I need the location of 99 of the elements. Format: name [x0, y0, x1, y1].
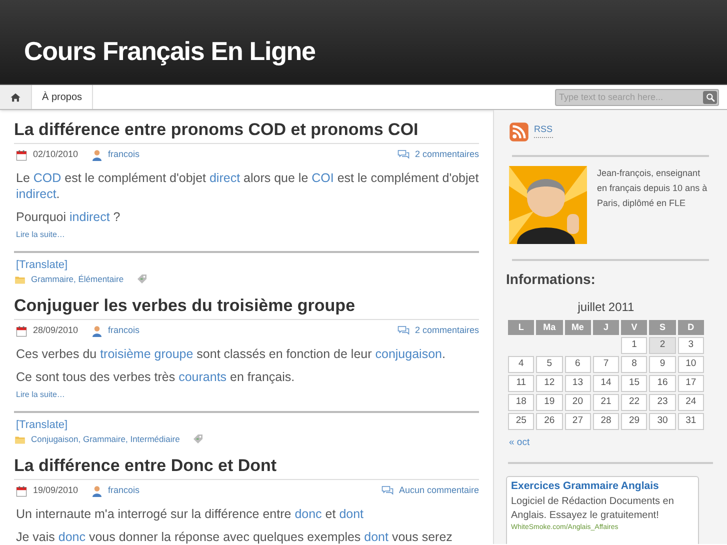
- section-title: Informations:: [506, 270, 596, 289]
- text-link[interactable]: direct: [209, 171, 240, 185]
- post-title[interactable]: La différence entre Donc et Dont: [14, 455, 479, 480]
- rss-icon: [509, 122, 529, 142]
- read-more-link[interactable]: Lire la suite…: [16, 229, 65, 241]
- calendar-day: 9: [649, 356, 676, 373]
- text-link[interactable]: indirect: [16, 187, 56, 201]
- search-icon: [706, 92, 714, 102]
- calendar-day: 14: [592, 375, 620, 392]
- post-paragraph: Je vais donc vous donner la réponse avec quelques exemples dont vous serez: [15, 529, 454, 544]
- post-paragraph: Pourquoi indirect ?: [15, 209, 122, 225]
- home-button[interactable]: [0, 85, 32, 109]
- comments-link[interactable]: 2 commentaires: [414, 324, 479, 338]
- user-icon: [91, 325, 104, 337]
- category-links[interactable]: Conjugaison, Grammaire, Intermédiaire: [31, 432, 180, 446]
- weekday-header: S: [649, 320, 676, 335]
- text-link[interactable]: conjugaison: [375, 347, 442, 361]
- translate-link[interactable]: [Translate]: [16, 418, 68, 432]
- calendar-day: 12: [536, 375, 563, 392]
- user-icon: [91, 485, 104, 497]
- ad-title[interactable]: Exercices Grammaire Anglais: [511, 479, 694, 495]
- calendar-day: 4: [508, 356, 534, 373]
- calendar-day: 30: [649, 413, 676, 430]
- author-bio: Jean-françois, enseignant en français depuis 10 ans à Paris, diplômé en FLE: [597, 167, 708, 210]
- calendar-day: 29: [621, 413, 648, 430]
- calendar-day: 22: [621, 394, 648, 411]
- tag-icon: [136, 273, 148, 285]
- post-paragraph: Le COD est le complément d'objet direct alors que le COI est le complément d'objet indirect.: [15, 170, 479, 202]
- calendar-icon: [16, 486, 27, 496]
- calendar-day: 17: [678, 375, 704, 392]
- author-link[interactable]: francois: [108, 148, 140, 162]
- home-icon: [10, 92, 21, 102]
- calendar-day: 5: [536, 356, 563, 373]
- post-date: 02/10/2010: [33, 148, 78, 162]
- text-link[interactable]: dont: [339, 507, 364, 521]
- user-icon: [91, 149, 104, 161]
- weekday-header: Ma: [536, 320, 563, 335]
- text-link[interactable]: indirect: [70, 210, 110, 224]
- calendar-day: 24: [678, 394, 704, 411]
- weekday-header: J: [592, 320, 620, 335]
- weekday-header: L: [508, 320, 534, 335]
- calendar-day: 26: [536, 413, 563, 430]
- author-link[interactable]: francois: [108, 484, 140, 498]
- search-button[interactable]: [703, 90, 717, 104]
- text-link[interactable]: donc: [294, 507, 322, 521]
- calendar-day: 23: [649, 394, 676, 411]
- calendar-icon: [16, 150, 27, 160]
- calendar-day: 3: [678, 337, 704, 354]
- calendar-day: 8: [621, 356, 648, 373]
- text-link[interactable]: dont: [364, 530, 388, 544]
- calendar-day: 27: [564, 413, 591, 430]
- translate-link[interactable]: [Translate]: [16, 258, 68, 272]
- text-link[interactable]: courants: [178, 370, 227, 384]
- comments-icon: [396, 325, 410, 337]
- post-title[interactable]: Conjuguer les verbes du troisième groupe: [14, 295, 479, 320]
- read-more-link[interactable]: Lire la suite…: [16, 389, 65, 401]
- tag-icon: [192, 433, 204, 445]
- calendar-day: 25: [508, 413, 534, 430]
- category-links[interactable]: Grammaire, Élémentaire: [31, 272, 124, 286]
- previous-month-link[interactable]: « oct: [506, 436, 715, 450]
- ad-text: Logiciel de Rédaction Documents en Anglais. Essayez le gratuitement!: [511, 495, 675, 523]
- post-date: 19/09/2010: [33, 484, 78, 498]
- calendar-day: 20: [564, 394, 591, 411]
- calendar-day: 15: [621, 375, 648, 392]
- breadcrumb-link[interactable]: À propos: [32, 85, 94, 109]
- comments-link[interactable]: Aucun commentaire: [398, 484, 479, 498]
- calendar-day: 13: [564, 375, 591, 392]
- calendar-day: 6: [564, 356, 591, 373]
- calendar-day: 19: [536, 394, 563, 411]
- calendar-day: 7: [592, 356, 620, 373]
- calendar-day: 11: [508, 375, 534, 392]
- comments-icon: [396, 149, 410, 161]
- calendar-month: juillet 2011: [576, 299, 636, 316]
- calendar-day: 2: [649, 337, 676, 354]
- weekday-header: D: [678, 320, 704, 335]
- post-title[interactable]: La différence entre pronoms COD et pronoms COI: [14, 119, 479, 144]
- post-paragraph: Ce sont tous des verbes très courants en français.: [15, 369, 296, 385]
- weekday-header: V: [621, 320, 648, 335]
- post-paragraph: Ces verbes du troisième groupe sont classés en fonction de leur conjugaison.: [15, 346, 446, 362]
- calendar-day: 21: [592, 394, 620, 411]
- calendar-day: 18: [508, 394, 534, 411]
- weekday-header: Me: [564, 320, 591, 335]
- calendar-day: 1: [621, 337, 648, 354]
- text-link[interactable]: COI: [312, 171, 334, 185]
- text-link[interactable]: donc: [58, 530, 86, 544]
- calendar-day: 10: [678, 356, 704, 373]
- calendar-day: 31: [678, 413, 704, 430]
- comments-link[interactable]: 2 commentaires: [414, 148, 479, 162]
- post-paragraph: Un internaute m'a interrogé sur la différence entre donc et dont: [15, 506, 365, 522]
- author-link[interactable]: francois: [108, 324, 140, 338]
- text-link[interactable]: COD: [33, 171, 62, 185]
- calendar-day: 16: [649, 375, 676, 392]
- calendar-day: 28: [592, 413, 620, 430]
- comments-icon: [380, 485, 394, 497]
- rss-link[interactable]: RSS: [534, 123, 553, 138]
- post-date: 28/09/2010: [33, 324, 78, 338]
- text-link[interactable]: troisième groupe: [100, 347, 194, 361]
- site-title[interactable]: Cours Français En Ligne: [24, 32, 316, 70]
- calendar-icon: [16, 326, 27, 336]
